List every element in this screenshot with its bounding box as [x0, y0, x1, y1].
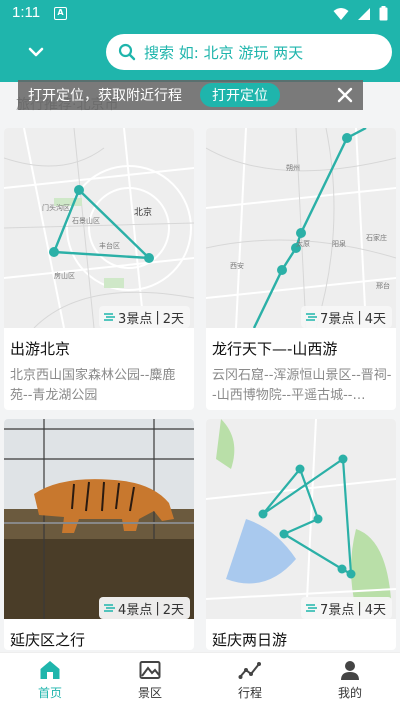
nav-label: 首页 [37, 686, 62, 700]
notification-icon: A [54, 7, 67, 20]
spots-days-badge: 7景点 | 4天 [301, 597, 392, 619]
status-bar: 1:11 A [0, 0, 400, 26]
map-label: 邢台 [376, 281, 390, 290]
badge-separator: | [357, 600, 362, 616]
tiger-photo [4, 419, 194, 619]
days-count: 2天 [162, 602, 184, 618]
bottom-nav: 首页 景区 行程 我的 [0, 652, 400, 711]
nav-scenic[interactable]: 景区 [100, 653, 200, 711]
route-icon [306, 604, 318, 612]
nav-label: 行程 [237, 686, 262, 700]
nav-label: 我的 [337, 686, 362, 700]
map-label: 丰台区 [99, 241, 120, 250]
route-map-image: 北京 门头沟区 丰台区 石景山区 房山区 [4, 128, 194, 328]
map-label: 北京 [134, 206, 152, 218]
spots-count: 7景点 [320, 311, 355, 327]
map-label: 太原 [296, 239, 310, 248]
card-title: 延庆区之行 [10, 631, 86, 649]
chevron-down-icon [28, 47, 44, 57]
badge-separator: | [357, 309, 362, 325]
card-title: 出游北京 [10, 340, 71, 358]
badge-separator: | [155, 309, 160, 325]
spots-count: 4景点 [118, 602, 153, 618]
nav-itinerary[interactable]: 行程 [200, 653, 300, 711]
days-count: 4天 [364, 602, 386, 618]
status-time: 1:11 [12, 4, 41, 21]
badge-separator: | [155, 600, 160, 616]
route-icon [104, 604, 116, 612]
location-toast: 打开定位，获取附近行程 打开定位 [18, 80, 363, 110]
map-label: 西安 [230, 261, 244, 270]
map-label: 朔州 [286, 163, 300, 172]
nav-label: 景区 [137, 686, 162, 700]
home-icon [40, 661, 60, 679]
days-count: 4天 [364, 311, 386, 327]
collapse-button[interactable] [22, 38, 50, 66]
card-description: 云冈石窟--浑源恒山景区--晋祠--山西博物院--平遥古城--… [212, 368, 392, 403]
close-icon[interactable] [335, 85, 355, 105]
enable-location-button[interactable]: 打开定位 [200, 83, 280, 107]
card-title: 龙行天下—-山西游 [212, 340, 338, 358]
map-label: 阳泉 [332, 239, 346, 248]
trip-card[interactable]: 7景点 | 4天 延庆两日游 [206, 419, 396, 650]
wifi-icon [333, 7, 349, 20]
route-icon [104, 313, 116, 321]
search-placeholder: 搜索 如: 北京 游玩 两天 [144, 43, 304, 62]
user-icon [341, 661, 359, 680]
trip-card[interactable]: 北京 门头沟区 丰台区 石景山区 房山区 3景点 | 2天 出游北京 北京西山国… [4, 128, 194, 410]
system-icons [333, 6, 388, 21]
map-label: 门头沟区 [42, 203, 70, 212]
nav-profile[interactable]: 我的 [300, 653, 400, 711]
card-title: 延庆两日游 [212, 631, 288, 649]
signal-icon [358, 7, 370, 20]
nav-home[interactable]: 首页 [0, 653, 100, 711]
map-label: 石家庄 [366, 233, 387, 242]
route-map-image: 朔州 石家庄 太原 阳泉 西安 邢台 [206, 128, 396, 328]
spots-days-badge: 3景点 | 2天 [99, 306, 190, 328]
map-label: 石景山区 [72, 216, 100, 225]
trip-card[interactable]: 朔州 石家庄 太原 阳泉 西安 邢台 7景点 | 4天 龙行天下—-山西游 云冈… [206, 128, 396, 410]
app-header: 1:11 A 搜索 如: 北京 游玩 两天 [0, 0, 400, 82]
card-description: 北京西山国家森林公园--麋鹿苑--青龙湖公园 [10, 368, 176, 403]
spots-days-badge: 4景点 | 2天 [99, 597, 190, 619]
battery-icon [379, 6, 388, 21]
route-icon [306, 313, 318, 321]
scenic-icon [139, 661, 161, 679]
route-map-image [206, 419, 396, 619]
spots-count: 7景点 [320, 602, 355, 618]
spots-days-badge: 7景点 | 4天 [301, 306, 392, 328]
map-label: 房山区 [54, 271, 75, 280]
route-icon [238, 662, 261, 679]
trip-card[interactable]: 4景点 | 2天 延庆区之行 [4, 419, 194, 650]
spots-count: 3景点 [118, 311, 153, 327]
search-icon [118, 43, 136, 61]
search-input[interactable]: 搜索 如: 北京 游玩 两天 [106, 34, 392, 70]
days-count: 2天 [162, 311, 184, 327]
toast-message: 打开定位，获取附近行程 [28, 88, 182, 104]
